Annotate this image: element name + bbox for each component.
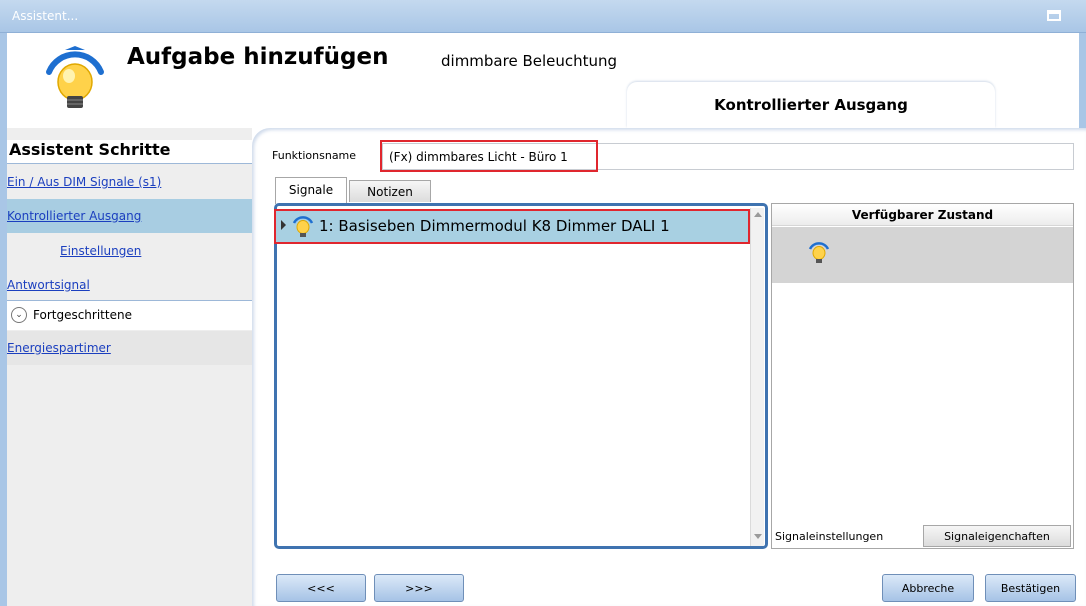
state-tabs: Signaleinstellungen Signaleigenchaften [772, 525, 1073, 549]
available-state-panel: Verfügbarer Zustand Signaleinstellungen … [771, 203, 1074, 549]
previous-button[interactable]: <<< [276, 574, 366, 602]
sidebar-item-controlled-output[interactable]: Kontrollierter Ausgang [7, 199, 252, 233]
window-titlebar: Assistent... [0, 0, 1086, 33]
chevron-down-icon: ⌄ [11, 307, 27, 323]
sidebar-advanced-toggle[interactable]: ⌄ Fortgeschrittene [7, 300, 252, 330]
tab-controlled-output[interactable]: Kontrollierter Ausgang [627, 82, 995, 128]
highlight-box [274, 209, 750, 244]
sidebar: Assistent Schritte Ein / Aus DIM Signale… [7, 128, 252, 606]
page-subtitle: dimmbare Beleuchtung [441, 52, 618, 70]
page-title: Aufgabe hinzufügen [127, 44, 389, 70]
list-item[interactable] [772, 227, 1073, 283]
tab-signal-settings[interactable]: Signaleinstellungen [775, 530, 883, 543]
tab-signal-properties[interactable]: Signaleigenchaften [923, 525, 1071, 547]
tab-signals[interactable]: Signale [275, 177, 347, 204]
bulb-icon [805, 237, 833, 267]
sidebar-heading: Assistent Schritte [7, 140, 252, 164]
sidebar-item-settings[interactable]: Einstellungen [60, 244, 141, 258]
available-state-heading: Verfügbarer Zustand [772, 204, 1073, 226]
tab-notes[interactable]: Notizen [349, 180, 431, 202]
next-button[interactable]: >>> [374, 574, 464, 602]
sidebar-item-signals[interactable]: Ein / Aus DIM Signale (s1) [7, 165, 252, 199]
window-title: Assistent... [12, 9, 79, 23]
scrollbar[interactable] [750, 208, 764, 546]
function-name-label: Funktionsname [272, 149, 357, 162]
scroll-down-icon[interactable] [754, 534, 762, 539]
cancel-button[interactable]: Abbreche [882, 574, 974, 602]
sidebar-advanced-label: Fortgeschrittene [33, 308, 132, 322]
sidebar-item-response-signal[interactable]: Antwortsignal [7, 268, 252, 302]
highlight-box [380, 140, 598, 172]
confirm-button[interactable]: Bestätigen [985, 574, 1076, 602]
bulb-icon [35, 38, 115, 118]
scroll-up-icon[interactable] [754, 212, 762, 217]
signals-list [274, 203, 768, 549]
restore-icon[interactable] [1047, 10, 1061, 21]
sidebar-item-energy-timer[interactable]: Energiespartimer [7, 331, 252, 365]
